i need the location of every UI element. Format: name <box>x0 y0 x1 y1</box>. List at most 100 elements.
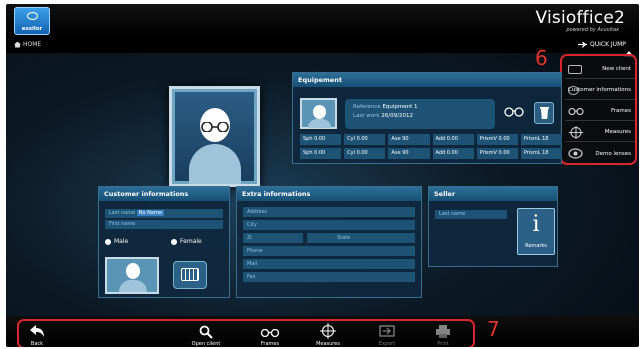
last-name-label: Last name <box>109 210 136 216</box>
quick-jump-label: QUICK JUMP <box>590 41 626 48</box>
frames-icon <box>568 108 584 115</box>
app-subtitle: powered by Acuvitax <box>566 27 619 33</box>
avatar-body <box>189 144 241 184</box>
qj-item-customer-informations[interactable]: Customer informations <box>565 81 635 100</box>
last-work-value: 26/09/2012 <box>381 113 413 119</box>
toolbar-highlight-frame <box>17 319 475 347</box>
rx-prismv: PrismV 0.00 <box>476 134 518 145</box>
qj-item-new-client[interactable]: New client <box>565 60 635 79</box>
avatar-illustration <box>175 92 254 184</box>
customer-informations-panel: Customer informations Last name No Name … <box>98 186 230 298</box>
fax-label: Fax <box>247 274 256 280</box>
equipment-panel: Equipement Reference Equipment 1 Last wo… <box>292 72 563 164</box>
home-icon <box>14 41 21 48</box>
city-field[interactable]: City <box>243 220 415 230</box>
last-name-value: No Name <box>136 210 164 216</box>
plane-icon <box>578 41 587 48</box>
fax-field[interactable]: Fax <box>243 272 415 282</box>
rx-axe: Axe 90 <box>388 134 430 145</box>
female-label: Female <box>180 238 202 245</box>
gender-female-radio[interactable]: Female <box>171 238 202 245</box>
rx-add: Add 0.00 <box>432 134 474 145</box>
home-link[interactable]: HOME <box>14 41 41 48</box>
seller-last-name-label: Last name <box>439 211 466 217</box>
extra-title: Extra informations <box>237 187 421 201</box>
qj-label: Demo lenses <box>595 150 631 157</box>
qj-item-frames[interactable]: Frames <box>565 102 635 121</box>
address-field[interactable]: Address <box>243 207 415 217</box>
radio-dot <box>105 238 111 245</box>
seller-last-name-field[interactable]: Last name <box>435 210 507 219</box>
zip-label: Zi <box>247 235 252 241</box>
rx-prisml: PrismL 18 <box>520 134 563 145</box>
state-field[interactable]: State <box>307 233 415 243</box>
app-title: Visioffice2 <box>535 8 625 28</box>
rx-prisml: PrismL 18 <box>520 148 563 159</box>
photo-head <box>126 263 140 279</box>
qj-label: Frames <box>610 108 631 114</box>
state-label: State <box>337 235 351 241</box>
first-name-field[interactable]: First name <box>105 220 223 229</box>
equipment-title: Equipement <box>293 73 561 87</box>
info-icon: i <box>532 212 540 237</box>
gender-male-radio[interactable]: Male <box>105 238 128 245</box>
remarks-button[interactable]: i Remarks <box>517 208 555 255</box>
phone-label: Phone <box>247 248 263 254</box>
top-bar: essilor Visioffice2 powered by Acuvitax <box>6 4 639 38</box>
last-name-field[interactable]: Last name No Name <box>105 209 223 218</box>
avatar-glasses-icon <box>201 122 229 132</box>
seller-title: Seller <box>429 187 557 201</box>
rx-add: Add 0.00 <box>432 148 474 159</box>
qj-item-demo-lenses[interactable]: Demo lenses <box>565 144 635 163</box>
glasses-icon[interactable] <box>504 107 524 117</box>
seller-panel: Seller Last name i Remarks <box>428 186 558 267</box>
qj-item-measures[interactable]: Measures <box>565 123 635 142</box>
mail-label: Mail <box>247 261 258 267</box>
home-label: HOME <box>23 41 42 48</box>
annotation-number-7: 7 <box>487 317 500 341</box>
remarks-label: Remarks <box>525 243 547 249</box>
zip-field[interactable]: Zi <box>243 233 303 243</box>
phone-field[interactable]: Phone <box>243 246 415 256</box>
extra-informations-panel: Extra informations Address City Zi State… <box>236 186 422 298</box>
thumb-head <box>313 105 326 119</box>
brand-label: essilor <box>21 26 43 32</box>
delete-equipment-button[interactable] <box>534 102 554 124</box>
address-label: Address <box>247 209 267 215</box>
trash-icon <box>540 107 549 119</box>
quick-jump-menu: New client Customer informations Frames … <box>560 54 637 165</box>
last-work-label: Last work <box>353 113 380 119</box>
rx-axe: Axe 90 <box>388 148 430 159</box>
rx-prismv: PrismV 0.00 <box>476 148 518 159</box>
quick-jump-button[interactable]: QUICK JUMP <box>578 41 626 48</box>
equipment-info[interactable]: Reference Equipment 1 Last work 26/09/20… <box>345 99 495 129</box>
rx-row-left: Sph 0.00 Cyl 0.00 Axe 90 Add 0.00 PrismV… <box>300 148 563 159</box>
keyboard-button[interactable] <box>173 261 207 289</box>
rx-sph: Sph 0.00 <box>300 134 342 145</box>
radio-dot <box>171 238 177 245</box>
qj-label: Measures <box>604 129 631 135</box>
reference-label: Reference <box>353 104 381 110</box>
app-screen: essilor Visioffice2 powered by Acuvitax … <box>6 4 639 347</box>
first-name-label: First name <box>109 221 136 227</box>
annotation-number-6: 6 <box>535 46 548 70</box>
customer-photo[interactable] <box>105 257 159 294</box>
qj-label: New client <box>602 66 631 72</box>
new-client-icon <box>568 65 582 74</box>
mail-field[interactable]: Mail <box>243 259 415 269</box>
male-label: Male <box>114 238 129 245</box>
city-label: City <box>247 222 257 228</box>
rx-row-right: Sph 0.00 Cyl 0.00 Axe 90 Add 0.00 PrismV… <box>300 134 563 145</box>
rx-cyl: Cyl 0.00 <box>344 148 386 159</box>
equipment-thumbnail[interactable] <box>300 98 337 129</box>
essilor-logo: essilor <box>14 7 50 35</box>
customer-title: Customer informations <box>99 187 229 201</box>
rx-cyl: Cyl 0.00 <box>344 134 386 145</box>
eye-icon <box>27 12 38 20</box>
photo-body <box>119 280 147 292</box>
customer-avatar-panel <box>169 86 260 187</box>
reference-value: Equipment 1 <box>382 104 418 110</box>
demo-lenses-icon <box>568 148 583 159</box>
rx-sph: Sph 0.00 <box>300 148 342 159</box>
thumb-body <box>308 119 331 128</box>
